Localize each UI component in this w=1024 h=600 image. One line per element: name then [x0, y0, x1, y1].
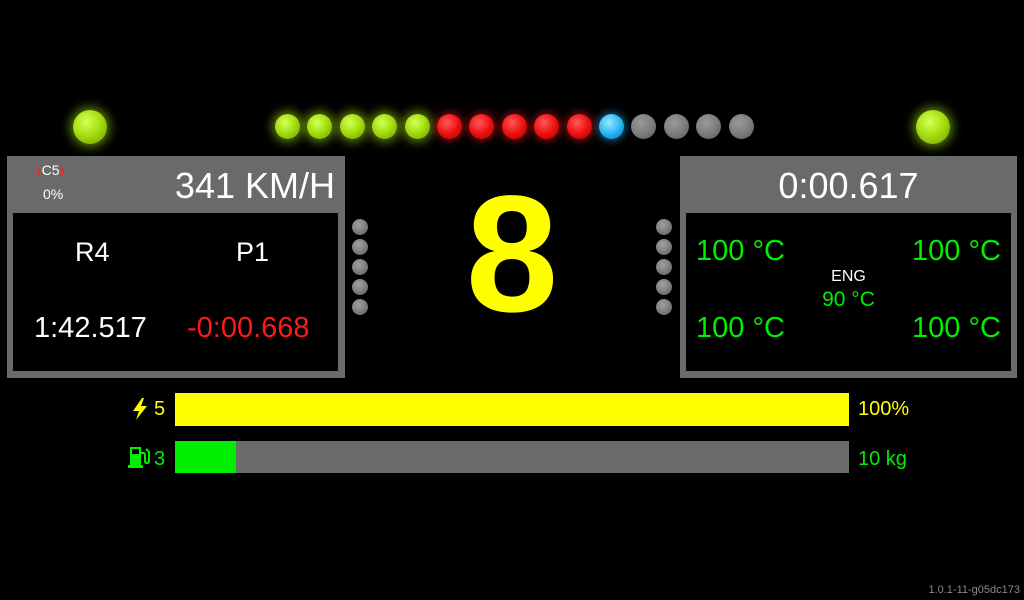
rpm-led-12 [631, 114, 656, 139]
rpm-led-10 [567, 114, 592, 139]
rpm-led-3 [340, 114, 365, 139]
tyre-compound-label: C5 [41, 162, 60, 178]
left-indicator-led [73, 110, 107, 144]
rpm-led-11 [599, 114, 624, 139]
rpm-led-7 [469, 114, 494, 139]
fuel-bar-fill [175, 441, 236, 473]
rpm-led-15 [729, 114, 754, 139]
tyre-compound-indicator: (C5) [37, 162, 65, 178]
fuel-mix-value: 3 [154, 448, 166, 470]
rpm-led-13 [664, 114, 689, 139]
indicator-dot [352, 279, 368, 295]
indicator-dot [656, 259, 672, 275]
lap-delta: -0:00.668 [187, 312, 310, 344]
speed-readout: 341 KM/H [174, 165, 335, 206]
rpm-led-5 [405, 114, 430, 139]
ers-mode-value: 5 [154, 398, 166, 420]
indicator-dot [656, 279, 672, 295]
left-info-panel: (C5) 0% 341 KM/H R4 P1 1:42.517 -0:00.66… [7, 156, 345, 378]
right-info-inner: 100 °C 100 °C ENG 90 °C 100 °C 100 °C [686, 213, 1011, 371]
rpm-led-4 [372, 114, 397, 139]
last-lap-time: 1:42.517 [34, 312, 147, 344]
left-info-inner: R4 P1 1:42.517 -0:00.668 [13, 213, 338, 371]
indicator-dot [352, 259, 368, 275]
indicator-dot [656, 239, 672, 255]
round-label: R4 [75, 237, 110, 267]
engine-label: ENG [831, 268, 866, 285]
right-info-panel: 0:00.617 100 °C 100 °C ENG 90 °C 100 °C … [680, 156, 1017, 378]
ers-level-value: 100% [858, 398, 910, 420]
tyre-wear-value: 0% [43, 186, 64, 202]
rpm-led-9 [534, 114, 559, 139]
indicator-dot [352, 239, 368, 255]
fuel-amount-value: 10 kg [858, 448, 907, 470]
indicator-dot [352, 219, 368, 235]
position-label: P1 [236, 237, 270, 267]
tyre-temp-rear-right: 100 °C [912, 312, 1001, 344]
engine-temp: 90 °C [822, 288, 875, 311]
rpm-led-1 [275, 114, 300, 139]
fuel-pump-icon [127, 445, 151, 474]
ers-bar [175, 393, 849, 426]
rpm-led-6 [437, 114, 462, 139]
indicator-dot [656, 299, 672, 315]
gear-indicator: 8 [465, 162, 559, 347]
lightning-icon [132, 398, 148, 425]
version-label: 1.0.1-11-g05dc173 [928, 584, 1020, 596]
ers-bar-fill [175, 393, 849, 426]
right-indicator-led [916, 110, 950, 144]
tyre-temp-rear-left: 100 °C [696, 312, 785, 344]
indicator-dot [352, 299, 368, 315]
rpm-led-14 [696, 114, 721, 139]
rpm-led-8 [502, 114, 527, 139]
indicator-dot [656, 219, 672, 235]
tyre-temp-front-left: 100 °C [696, 235, 785, 267]
tyre-temp-front-right: 100 °C [912, 235, 1001, 267]
fuel-bar [175, 441, 849, 473]
session-timer: 0:00.617 [778, 165, 919, 206]
rpm-led-2 [307, 114, 332, 139]
